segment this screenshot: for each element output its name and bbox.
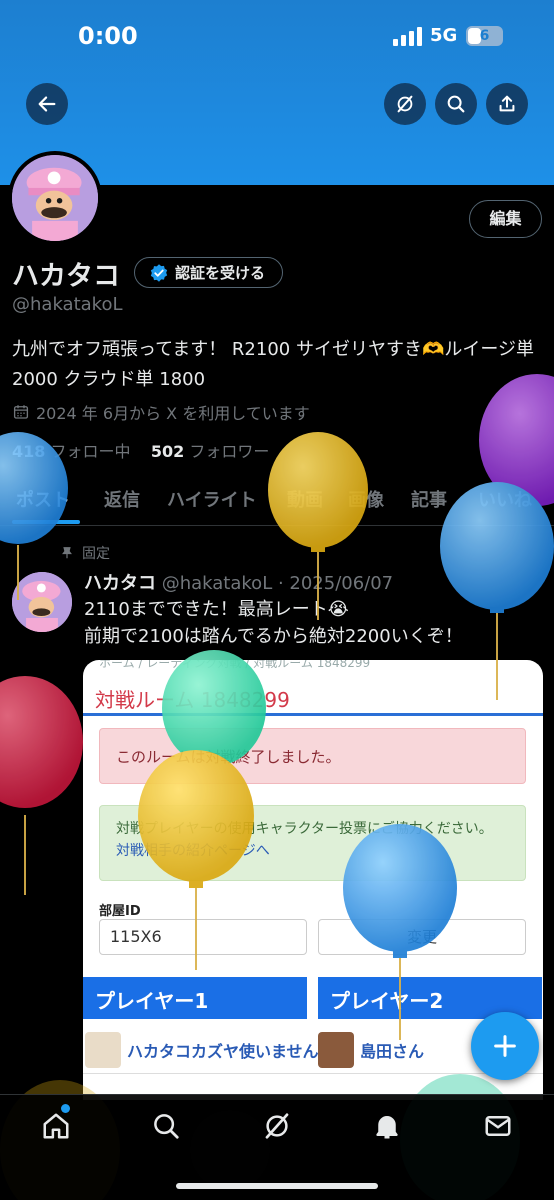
profile-handle: @hakatakoL [12,294,123,315]
share-button[interactable] [486,83,528,125]
follow-stats: 418 フォロー中 502 フォロワー [12,438,269,462]
pinned-label: 固定 [60,543,110,563]
card-room-title: 対戦ルーム 1848299 [95,688,290,712]
status-bar: 0:00 5G 6 [0,0,554,76]
card-notice-text: 対戦プレイヤーの使用キャラクター投票にご協力ください。 [116,821,493,837]
active-tab-indicator [12,520,80,524]
followers-count[interactable]: 502 [151,442,184,461]
edit-profile-button[interactable]: 編集 [469,200,542,238]
card-player1-row: ハカタコカズヤ使いません [85,1030,319,1070]
home-unread-dot [61,1104,70,1113]
card-notice-link: 対戦相手の紹介ページへ [116,843,270,859]
search-icon[interactable] [151,1111,181,1141]
card-divider [83,1073,543,1074]
share-icon [499,95,515,112]
pin-icon [62,547,72,559]
card-alert: このルームは対戦終了しました。 [99,728,526,784]
card-player1-header: プレイヤー1 [83,977,307,1019]
card-notice: 対戦プレイヤーの使用キャラクター投票にご協力ください。 対戦相手の紹介ページへ [99,805,526,881]
verified-badge-icon [150,263,168,282]
get-verified-label: 認証を受ける [175,264,266,282]
home-indicator [176,1183,378,1189]
battery-icon: 6 [466,26,503,46]
notifications-icon[interactable] [372,1111,402,1141]
tab-highlights[interactable]: ハイライト [167,486,257,512]
post-line-2: 前期で2100は踏んでるから絶対2200いくぞ！ [84,626,463,647]
status-time: 0:00 [78,22,138,50]
get-verified-button[interactable]: 認証を受ける [134,257,283,288]
tab-articles[interactable]: 記事 [411,486,447,512]
card-title-rule [83,713,543,716]
signal-icon [393,26,423,46]
balloon-red-left [0,676,83,808]
profile-tabs: ポスト 返信 ハイライト 動画 画像 記事 いいね [0,476,554,526]
home-icon[interactable] [41,1111,71,1141]
joined-text: 2024 年 6月から X を利用しています [36,404,310,423]
followers-label[interactable]: フォロワー [189,442,269,461]
player2-avatar [318,1032,354,1068]
grok-icon[interactable] [262,1111,292,1141]
messages-icon[interactable] [483,1111,513,1141]
back-button[interactable] [26,83,68,125]
post-meta: @hakatakoL · 2025/06/07 [161,573,394,594]
tab-likes[interactable]: いいね [478,486,532,512]
calendar-icon [13,405,29,419]
card-breadcrumb: ホーム / レーティング対戦 / 対戦ルーム 1848299 [99,660,371,670]
tab-videos[interactable]: 動画 [287,486,323,512]
joined-date: 2024 年 6月から X を利用しています [12,400,310,424]
search-button[interactable] [435,83,477,125]
grok-button[interactable] [384,83,426,125]
post-header: ハカタコ @hakatakoL · 2025/06/07 [84,569,393,595]
pinned-text: 固定 [82,546,110,562]
compose-post-button[interactable] [471,1012,539,1080]
post-author-avatar[interactable] [12,572,72,632]
card-player2-row: 島田さん [318,1030,424,1070]
profile-name: ハカタコ [12,261,120,292]
card-room-id-value: 115X6 [99,919,307,955]
player2-name: 島田さん [360,1042,425,1061]
tab-replies[interactable]: 返信 [104,486,140,512]
card-change-button: 変更 [318,919,526,955]
tab-images[interactable]: 画像 [348,486,384,512]
post-author-name[interactable]: ハカタコ [84,573,156,594]
post-line-1: 2110までできた！最高レート😭 [84,599,349,620]
search-icon [447,95,465,113]
post-body: 2110までできた！最高レート😭 前期で2100は踏んでるから絶対2200いくぞ… [84,596,544,650]
back-arrow-icon [38,96,56,112]
network-label: 5G [430,25,458,46]
player1-name: ハカタコカズヤ使いません [127,1042,319,1061]
card-room-id-label: 部屋ID [99,904,141,919]
profile-bio: 九州でオフ頑張ってます！ R2100 サイゼリヤすき🫶ルイージ単 2000 クラ… [12,339,535,390]
following-count[interactable]: 418 [12,442,45,461]
player1-avatar [85,1032,121,1068]
grok-icon [397,95,413,113]
tab-posts[interactable]: ポスト [16,486,70,512]
battery-level: 6 [479,28,490,44]
following-label[interactable]: フォロー中 [51,442,131,461]
profile-avatar[interactable] [8,151,102,245]
plus-icon [494,1035,516,1057]
